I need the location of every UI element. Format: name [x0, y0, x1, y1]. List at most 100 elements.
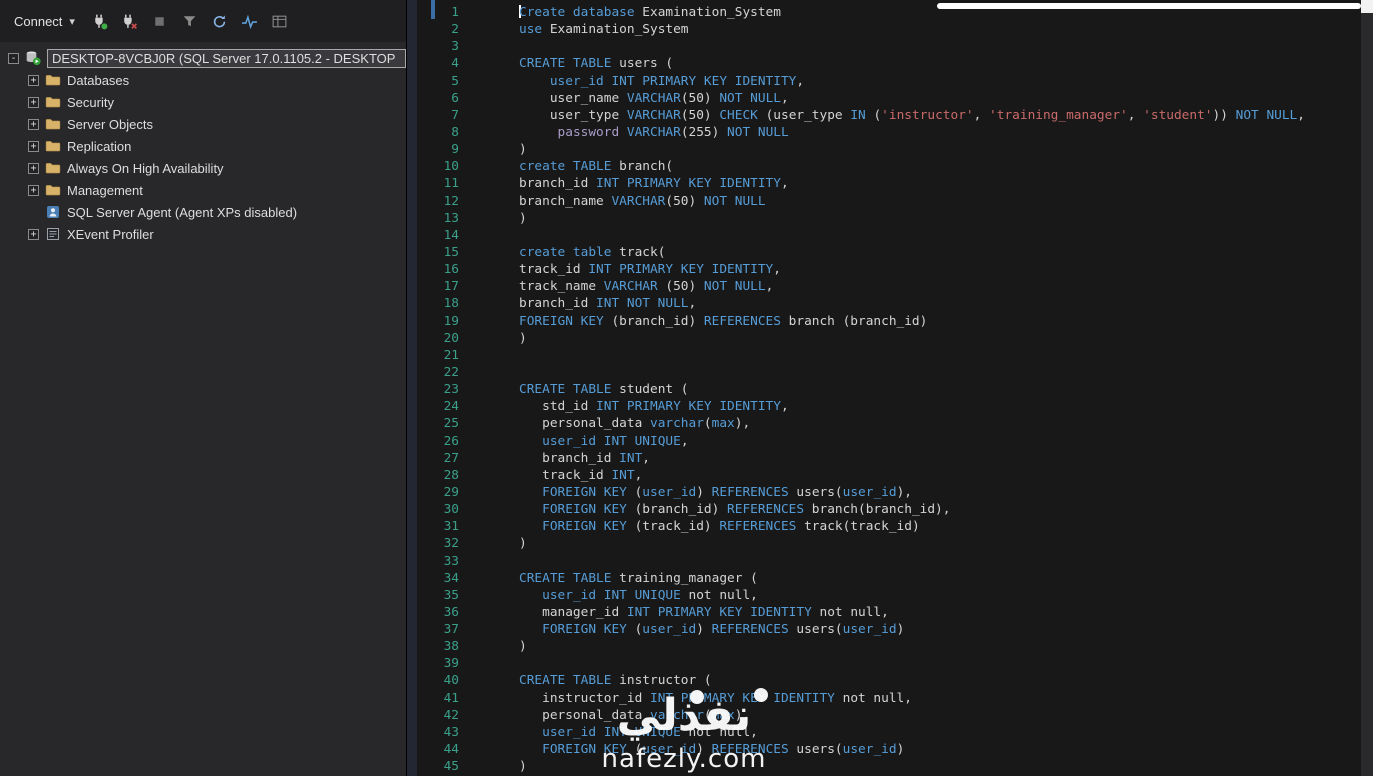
tree-item-label: Server Objects [67, 116, 153, 132]
code-line[interactable]: 9) [407, 141, 1359, 158]
line-number: 11 [443, 176, 459, 192]
code-line[interactable]: 26 user_id INT UNIQUE, [407, 433, 1359, 450]
connect-label: Connect [14, 13, 63, 29]
line-number: 29 [443, 484, 459, 500]
activity-monitor-icon[interactable] [237, 9, 263, 33]
code-line[interactable]: 8 password VARCHAR(255) NOT NULL [407, 124, 1359, 141]
code-line[interactable]: 7 user_type VARCHAR(50) CHECK (user_type… [407, 107, 1359, 124]
code-line[interactable]: 44 FOREIGN KEY (user_id) REFERENCES user… [407, 741, 1359, 758]
code-line[interactable]: 15 create table track( [407, 244, 1359, 261]
code-line[interactable]: 27 branch_id INT, [407, 450, 1359, 467]
vertical-scrollbar[interactable] [1361, 0, 1373, 776]
tree-item-replication[interactable]: + Replication [0, 135, 406, 157]
tree-item-always-on-high-availability[interactable]: + Always On High Availability [0, 157, 406, 179]
tree-item-management[interactable]: + Management [0, 179, 406, 201]
code-line[interactable]: 20) [407, 330, 1359, 347]
line-number: 32 [443, 536, 459, 552]
tree-expand-icon[interactable]: + [28, 74, 39, 86]
code-line[interactable]: 28 track_id INT, [407, 467, 1359, 484]
scrollbar-thumb[interactable] [1361, 0, 1373, 13]
code-line[interactable]: 2 use Examination_System [407, 21, 1359, 38]
code-line[interactable]: 45) [407, 758, 1359, 775]
code-line[interactable]: 16 track_id INT PRIMARY KEY IDENTITY, [407, 261, 1359, 278]
code-line[interactable]: 32) [407, 535, 1359, 552]
code-text: branch_name VARCHAR(50) NOT NULL [519, 193, 766, 209]
code-text: ) [519, 536, 527, 552]
code-lines[interactable]: 1 Create database Examination_System 2 use … [407, 4, 1359, 775]
connect-dropdown[interactable]: Connect ▾ [6, 10, 83, 33]
code-line[interactable]: 11 branch_id INT PRIMARY KEY IDENTITY, [407, 175, 1359, 192]
code-line[interactable]: 30 FOREIGN KEY (branch_id) REFERENCES br… [407, 501, 1359, 518]
sql-editor[interactable]: 1 Create database Examination_System 2 use … [407, 0, 1373, 776]
code-line[interactable]: 24 std_id INT PRIMARY KEY IDENTITY, [407, 398, 1359, 415]
line-number: 2 [451, 22, 459, 38]
code-line[interactable]: 39 [407, 655, 1359, 672]
code-text: std_id INT PRIMARY KEY IDENTITY, [519, 399, 789, 415]
code-line[interactable]: 34 CREATE TABLE training_manager ( [407, 570, 1359, 587]
tree-collapse-icon[interactable]: - [8, 52, 19, 64]
tree-item-sql-server-agent-agent-xps-disabled[interactable]: SQL Server Agent (Agent XPs disabled) [0, 201, 406, 223]
code-line[interactable]: 10 create TABLE branch( [407, 158, 1359, 175]
code-line[interactable]: 21 [407, 347, 1359, 364]
line-number: 19 [443, 313, 459, 329]
code-line[interactable]: 38) [407, 638, 1359, 655]
code-text: track_name VARCHAR (50) NOT NULL, [519, 279, 774, 295]
code-line[interactable]: 22 [407, 364, 1359, 381]
line-number: 23 [443, 382, 459, 398]
line-number: 21 [443, 347, 459, 363]
tree-expand-icon[interactable]: + [28, 162, 39, 174]
tree-item-server-objects[interactable]: + Server Objects [0, 113, 406, 135]
tree-item-label: DESKTOP-8VCBJ0R (SQL Server 17.0.1105.2 … [47, 48, 406, 68]
line-number: 17 [443, 279, 459, 295]
code-line[interactable]: 5 user_id INT PRIMARY KEY IDENTITY, [407, 73, 1359, 90]
code-text: personal_data varchar(max), [519, 416, 751, 432]
code-text: track_id INT, [519, 467, 643, 483]
connect-plug-icon[interactable] [87, 9, 113, 33]
code-line[interactable]: 23 CREATE TABLE student ( [407, 381, 1359, 398]
line-number: 45 [443, 759, 459, 775]
tree-item-databases[interactable]: + Databases [0, 69, 406, 91]
tree-item-label: Databases [67, 72, 130, 88]
code-line[interactable]: 3 [407, 38, 1359, 55]
tree-item-security[interactable]: + Security [0, 91, 406, 113]
code-line[interactable]: 18 branch_id INT NOT NULL, [407, 295, 1359, 312]
line-number: 38 [443, 639, 459, 655]
code-text: branch_id INT, [519, 450, 651, 466]
code-line[interactable]: 29 FOREIGN KEY (user_id) REFERENCES user… [407, 484, 1359, 501]
code-line[interactable]: 25 personal_data varchar(max), [407, 415, 1359, 432]
tree-item-xevent-profiler[interactable]: + XEvent Profiler [0, 223, 406, 245]
tree-expand-icon[interactable]: + [28, 228, 39, 240]
code-line[interactable]: 40 CREATE TABLE instructor ( [407, 672, 1359, 689]
code-line[interactable]: 19 FOREIGN KEY (branch_id) REFERENCES bra… [407, 313, 1359, 330]
code-line[interactable]: 12 branch_name VARCHAR(50) NOT NULL [407, 193, 1359, 210]
code-line[interactable]: 4 CREATE TABLE users ( [407, 55, 1359, 72]
tree-expand-icon[interactable]: + [28, 140, 39, 152]
line-number: 16 [443, 262, 459, 278]
filter-icon[interactable] [177, 9, 203, 33]
line-number: 13 [443, 210, 459, 226]
code-line[interactable]: 43 user_id INT UNIQUE not null, [407, 724, 1359, 741]
code-line[interactable]: 17 track_name VARCHAR (50) NOT NULL, [407, 278, 1359, 295]
code-line[interactable]: 42 personal_data varchar(max), [407, 707, 1359, 724]
line-number: 9 [451, 142, 459, 158]
tree-expand-icon[interactable]: + [28, 96, 39, 108]
disconnect-icon[interactable] [117, 9, 143, 33]
script-grid-icon[interactable] [267, 9, 293, 33]
code-line[interactable]: 35 user_id INT UNIQUE not null, [407, 587, 1359, 604]
tree-expand-icon[interactable]: + [28, 184, 39, 196]
code-line[interactable]: 41 instructor_id INT PRIMARY KEY IDENTIT… [407, 690, 1359, 707]
code-line[interactable]: 13) [407, 210, 1359, 227]
code-line[interactable]: 31 FOREIGN KEY (track_id) REFERENCES tra… [407, 518, 1359, 535]
code-line[interactable]: 6 user_name VARCHAR(50) NOT NULL, [407, 90, 1359, 107]
code-line[interactable]: 14 [407, 227, 1359, 244]
tree-expand-icon[interactable]: + [28, 118, 39, 130]
tree-item-server-root[interactable]: - DESKTOP-8VCBJ0R (SQL Server 17.0.1105.2… [0, 47, 406, 69]
line-number: 31 [443, 519, 459, 535]
code-line[interactable]: 33 [407, 553, 1359, 570]
code-text: user_name VARCHAR(50) NOT NULL, [519, 90, 789, 106]
code-line[interactable]: 37 FOREIGN KEY (user_id) REFERENCES user… [407, 621, 1359, 638]
stop-icon[interactable] [147, 9, 173, 33]
refresh-icon[interactable] [207, 9, 233, 33]
code-line[interactable]: 36 manager_id INT PRIMARY KEY IDENTITY n… [407, 604, 1359, 621]
